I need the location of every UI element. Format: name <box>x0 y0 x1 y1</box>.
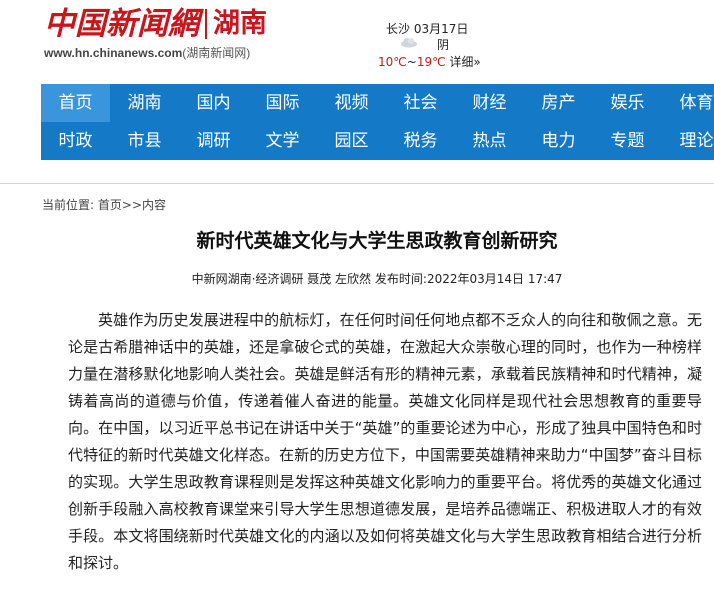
main-nav: 首页 湖南 国内 国际 视频 社会 财经 房产 娱乐 体育 时政 市县 调研 文… <box>41 84 714 160</box>
weather-low: 10℃ <box>378 55 407 69</box>
nav-item-sports[interactable]: 体育 <box>662 84 714 122</box>
article-publish-label: 发布时间: <box>374 272 427 286</box>
nav-item-research[interactable]: 调研 <box>179 122 248 160</box>
article-source: 中新网湖南·经济调研 <box>191 272 304 286</box>
nav-item-power[interactable]: 电力 <box>524 122 593 160</box>
article-paragraph: 英雄作为历史发展进程中的航标灯，在任何时间任何地点都不乏众人的向往和敬佩之意。无… <box>68 311 702 572</box>
weather-temperature: 10℃~19℃ 详细» <box>378 53 481 70</box>
nav-item-parks[interactable]: 园区 <box>317 122 386 160</box>
logo-url[interactable]: www.hn.chinanews.com(湖南新闻网) <box>44 44 250 61</box>
nav-item-politics[interactable]: 时政 <box>41 122 110 160</box>
nav-item-hot[interactable]: 热点 <box>455 122 524 160</box>
nav-item-entertainment[interactable]: 娱乐 <box>593 84 662 122</box>
logo-url-domain: www.hn.chinanews.com <box>44 46 183 60</box>
nav-item-international[interactable]: 国际 <box>248 84 317 122</box>
article-body: 英雄作为历史发展进程中的航标灯，在任何时间任何地点都不乏众人的向往和敬佩之意。无… <box>68 307 702 577</box>
logo-divider <box>205 9 207 39</box>
nav-item-hunan[interactable]: 湖南 <box>110 84 179 122</box>
nav-item-home[interactable]: 首页 <box>41 84 110 122</box>
weather-condition: 阴 <box>437 38 450 52</box>
weather-high: 19℃ <box>416 55 446 69</box>
site-header: 中国新闻網 湖南 www.hn.chinanews.com(湖南新闻网) 长沙 … <box>0 0 714 84</box>
header-divider <box>0 183 714 184</box>
nav-item-topics[interactable]: 专题 <box>593 122 662 160</box>
breadcrumb-separator: >> <box>121 198 142 212</box>
nav-item-realestate[interactable]: 房产 <box>524 84 593 122</box>
breadcrumb-label: 当前位置: <box>42 198 95 212</box>
article-authors: 聂茂 左欣然 <box>307 272 372 286</box>
article-title: 新时代英雄文化与大学生思政教育创新研究 <box>196 230 558 252</box>
nav-item-domestic[interactable]: 国内 <box>179 84 248 122</box>
weather-city-date: 长沙 03月17日 <box>386 20 468 37</box>
weather-city: 长沙 <box>386 22 411 36</box>
breadcrumb: 当前位置: 首页>>内容 <box>42 196 166 213</box>
logo-chinanews-text: 中国新闻網 <box>44 6 199 42</box>
weather-details-link[interactable]: 详细» <box>449 55 480 69</box>
nav-item-cities[interactable]: 市县 <box>110 122 179 160</box>
weather-range-sep: ~ <box>406 55 417 69</box>
nav-item-video[interactable]: 视频 <box>317 84 386 122</box>
breadcrumb-current: 内容 <box>142 198 167 212</box>
weather-date: 03月17日 <box>413 22 469 36</box>
logo-url-suffix: (湖南新闻网) <box>182 46 251 60</box>
nav-row-1: 首页 湖南 国内 国际 视频 社会 财经 房产 娱乐 体育 <box>41 84 714 122</box>
article-meta: 中新网湖南·经济调研 聂茂 左欣然 发布时间:2022年03月14日 17:47 <box>0 270 714 287</box>
cloud-icon <box>401 38 417 48</box>
nav-item-tax[interactable]: 税务 <box>386 122 455 160</box>
nav-item-society[interactable]: 社会 <box>386 84 455 122</box>
nav-item-theory[interactable]: 理论 <box>662 122 714 160</box>
logo-region-text: 湖南 <box>213 8 267 39</box>
nav-row-2: 时政 市县 调研 文学 园区 税务 热点 电力 专题 理论 <box>41 122 714 160</box>
nav-item-finance[interactable]: 财经 <box>455 84 524 122</box>
nav-item-literature[interactable]: 文学 <box>248 122 317 160</box>
site-logo[interactable]: 中国新闻網 湖南 <box>44 6 267 42</box>
breadcrumb-home-link[interactable]: 首页 <box>98 198 122 212</box>
article-publish-time: 2022年03月14日 17:47 <box>426 272 563 286</box>
